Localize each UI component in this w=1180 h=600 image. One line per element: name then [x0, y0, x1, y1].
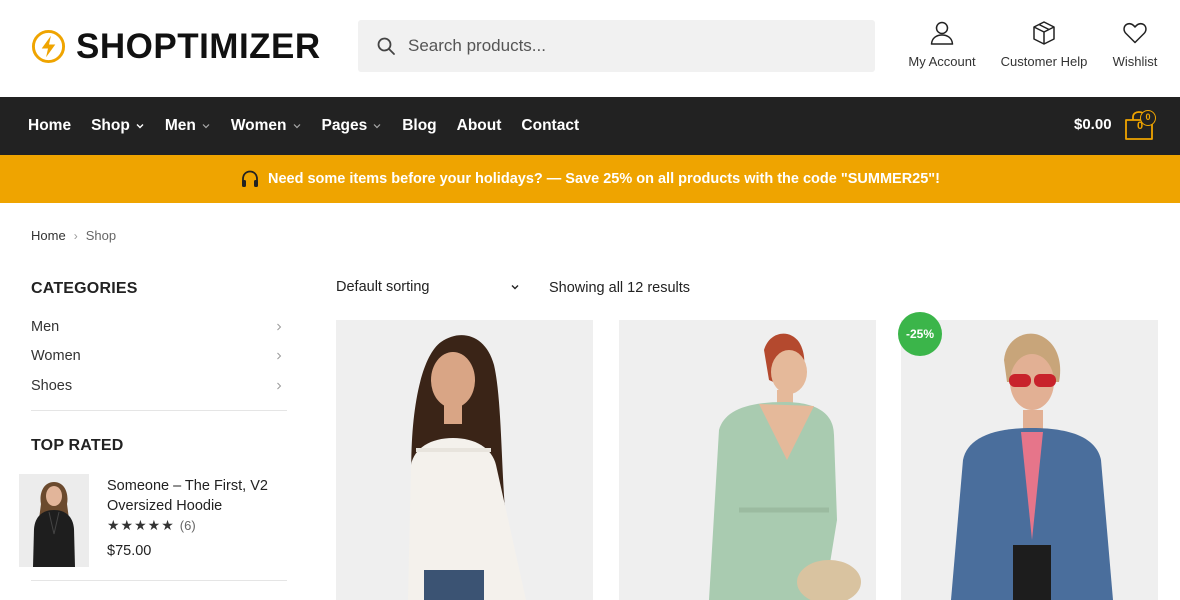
- promo-banner: Need some items before your holidays? — …: [0, 155, 1180, 203]
- breadcrumb-separator-icon: ›: [73, 228, 78, 243]
- chevron-right-icon: [277, 352, 282, 360]
- product-image: [901, 320, 1158, 600]
- site-header: SHOPTIMIZER My Account Customer Help Wis…: [0, 0, 1180, 97]
- chevron-down-icon: [136, 124, 144, 129]
- nav-label: Blog: [402, 117, 437, 134]
- customer-help-link[interactable]: Customer Help: [999, 20, 1089, 69]
- nav-label: About: [456, 117, 502, 134]
- nav-label: Pages: [321, 117, 368, 134]
- sale-badge: -25%: [898, 312, 942, 356]
- review-count: (6): [179, 518, 196, 533]
- chevron-down-icon: [293, 124, 300, 129]
- user-icon: [930, 21, 954, 45]
- search-input[interactable]: [408, 36, 848, 56]
- product-card[interactable]: [619, 320, 876, 600]
- breadcrumb-current: Shop: [85, 228, 117, 243]
- chevron-right-icon: [277, 323, 282, 331]
- category-label: Men: [31, 318, 60, 335]
- category-item-women[interactable]: Women: [31, 342, 287, 372]
- chevron-down-icon: [373, 124, 381, 129]
- breadcrumb-home[interactable]: Home: [31, 228, 66, 243]
- category-item-men[interactable]: Men: [31, 312, 287, 342]
- hoodie-model-image: [19, 474, 89, 567]
- nav-menu: Home Shop Men Women Pages Blog About Con…: [28, 97, 599, 155]
- wishlist-label: Wishlist: [1112, 54, 1158, 69]
- chevron-down-icon: [202, 124, 210, 129]
- my-account-label: My Account: [908, 54, 976, 69]
- nav-label: Men: [164, 117, 196, 134]
- sorting-value: Default sorting: [336, 279, 430, 295]
- star-rating-icon: ★★★★★: [107, 517, 175, 533]
- nav-item-about[interactable]: About: [457, 117, 502, 135]
- sidebar-divider: [31, 580, 287, 581]
- my-account-link[interactable]: My Account: [906, 20, 978, 69]
- top-rated-rating: ★★★★★ (6): [107, 517, 196, 534]
- category-label: Women: [31, 348, 81, 365]
- categories-title: CATEGORIES: [31, 280, 138, 297]
- top-rated-product-title[interactable]: Someone – The First, V2 Oversized Hoodie: [107, 476, 287, 516]
- cart-badge: 0: [1140, 110, 1156, 126]
- nav-item-contact[interactable]: Contact: [521, 117, 579, 135]
- logo-text: SHOPTIMIZER: [76, 26, 321, 66]
- lightning-bolt-icon: [31, 29, 66, 63]
- nav-item-home[interactable]: Home: [28, 117, 71, 135]
- chevron-right-icon: [277, 382, 282, 390]
- nav-item-blog[interactable]: Blog: [402, 117, 436, 135]
- results-count: Showing all 12 results: [549, 280, 691, 296]
- top-rated-title: TOP RATED: [31, 437, 124, 454]
- nav-item-women[interactable]: Women: [231, 117, 302, 135]
- heart-icon: [1123, 22, 1147, 44]
- package-icon: [1033, 21, 1055, 45]
- nav-label: Shop: [91, 117, 130, 134]
- product-image: [619, 320, 876, 600]
- search-icon: [377, 37, 395, 55]
- nav-label: Home: [28, 117, 72, 134]
- product-image: [336, 320, 593, 600]
- site-logo[interactable]: SHOPTIMIZER: [31, 27, 321, 65]
- product-card[interactable]: [901, 320, 1158, 600]
- nav-item-shop[interactable]: Shop: [91, 117, 145, 135]
- headphones-icon: [241, 170, 258, 187]
- sorting-select[interactable]: Default sorting: [336, 279, 520, 295]
- nav-item-pages[interactable]: Pages: [322, 117, 383, 135]
- promo-text: Need some items before your holidays? — …: [267, 171, 941, 187]
- top-rated-price: $75.00: [107, 543, 152, 559]
- customer-help-label: Customer Help: [1000, 54, 1088, 69]
- nav-item-men[interactable]: Men: [165, 117, 211, 135]
- nav-label: Contact: [521, 117, 580, 134]
- category-label: Shoes: [31, 377, 73, 394]
- product-card[interactable]: [336, 320, 593, 600]
- sidebar-divider: [31, 410, 287, 411]
- search-bar: [358, 20, 875, 72]
- category-item-shoes[interactable]: Shoes: [31, 371, 287, 401]
- category-list: Men Women Shoes: [31, 312, 287, 401]
- breadcrumb: Home › Shop: [31, 228, 116, 243]
- main-navigation: Home Shop Men Women Pages Blog About Con…: [0, 97, 1180, 155]
- chevron-down-icon: [511, 285, 519, 290]
- wishlist-link[interactable]: Wishlist: [1109, 20, 1161, 69]
- top-rated-thumbnail[interactable]: [19, 474, 89, 567]
- nav-label: Women: [230, 117, 287, 134]
- cart-total[interactable]: $0.00: [1074, 116, 1112, 133]
